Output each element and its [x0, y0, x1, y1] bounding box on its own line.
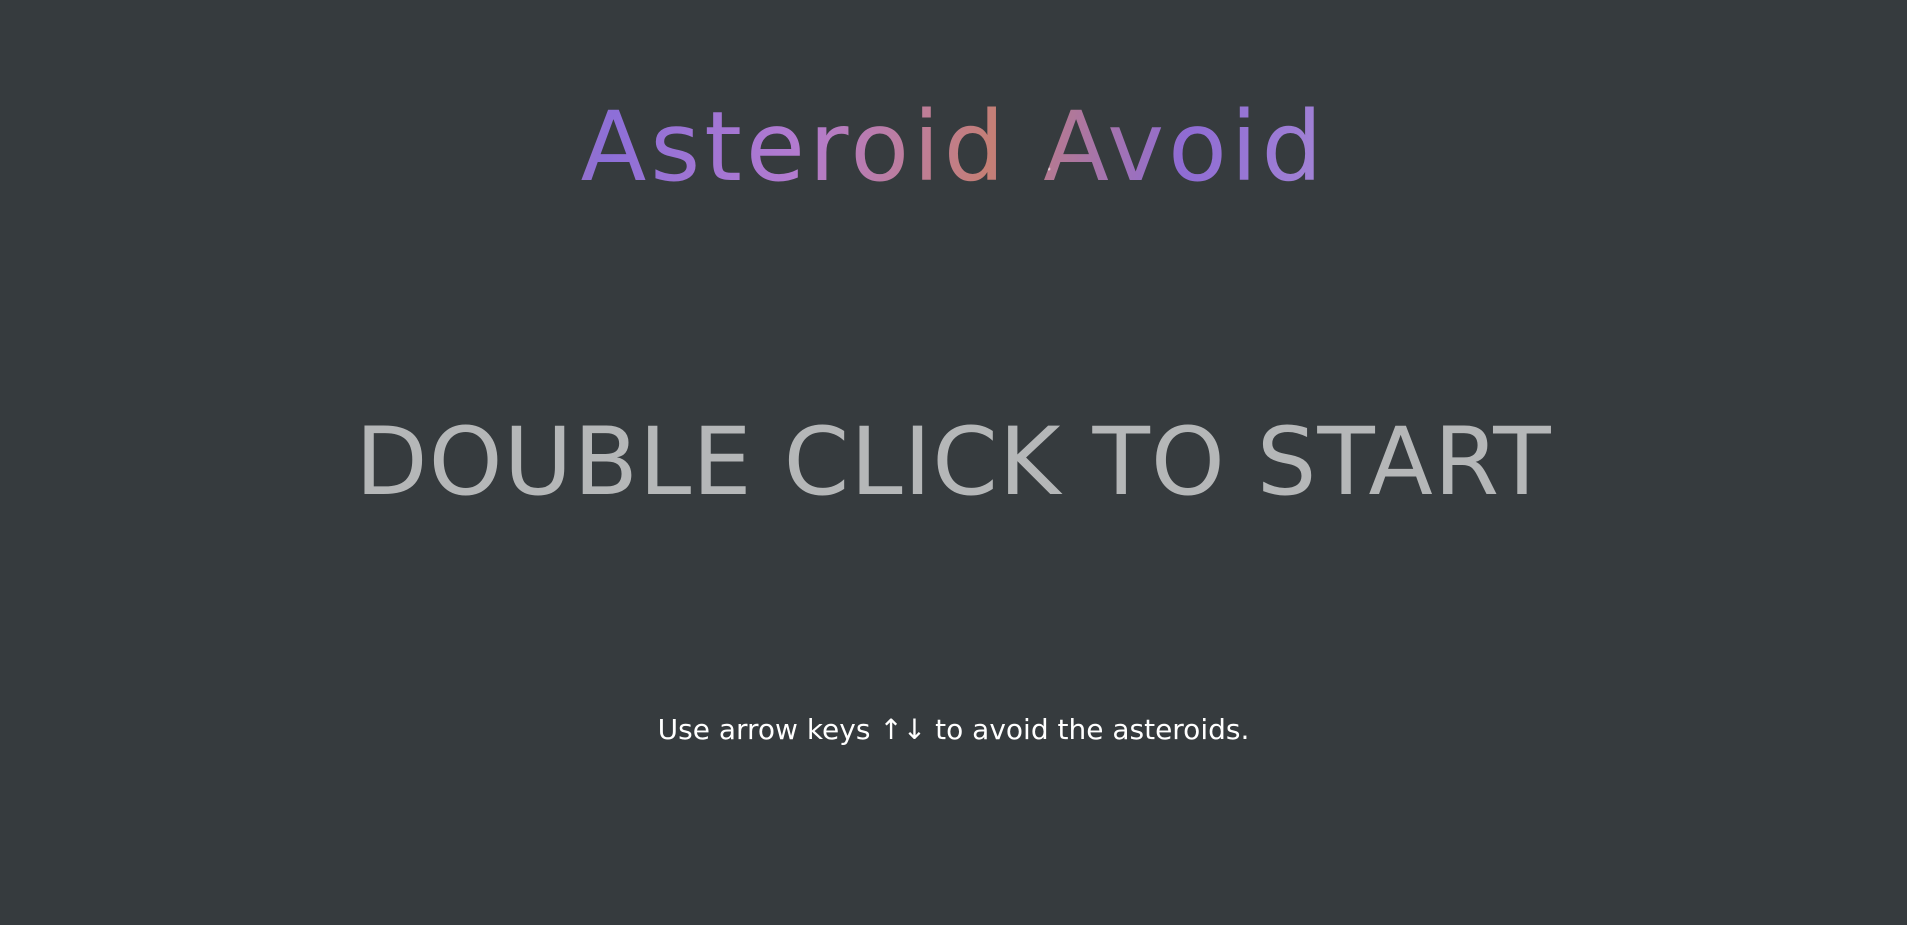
start-prompt[interactable]: DOUBLE CLICK TO START: [0, 408, 1907, 518]
instructions-text: Use arrow keys ↑↓ to avoid the asteroids…: [657, 713, 1250, 746]
game-screen[interactable]: Asteroid Avoid DOUBLE CLICK TO START Use…: [0, 0, 1907, 925]
game-title: Asteroid Avoid: [0, 92, 1907, 202]
